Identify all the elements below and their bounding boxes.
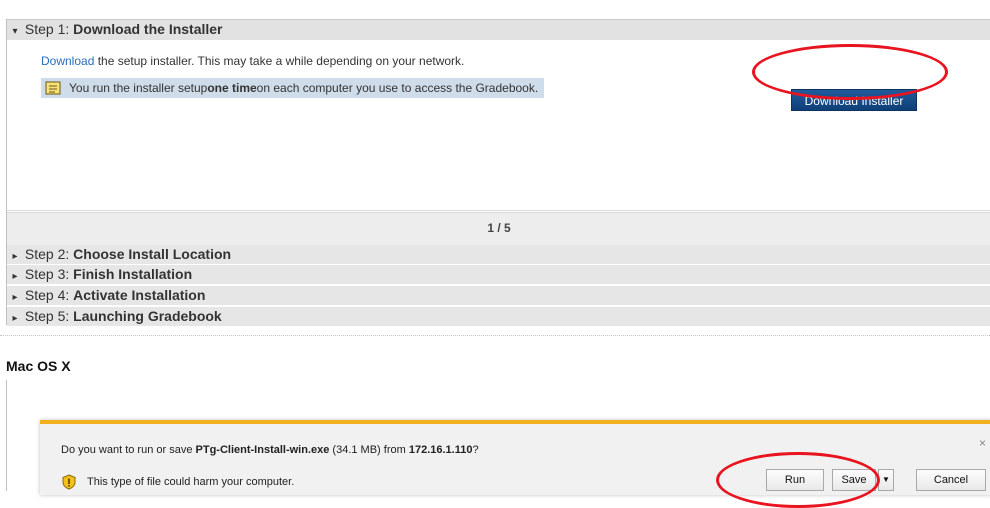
expanded-arrow-icon: ▾ (12, 26, 18, 37)
download-notification-bar: Do you want to run or save PTg-Client-In… (40, 420, 990, 495)
description-text: the setup installer. This may take a whi… (94, 54, 465, 68)
section-border (6, 380, 7, 491)
download-link[interactable]: Download (41, 54, 94, 68)
note-text-start: You run the installer setup (69, 81, 208, 95)
warning-text: This type of file could harm your comput… (87, 476, 295, 488)
download-installer-button[interactable]: Download Installer (791, 89, 917, 111)
close-icon[interactable]: × (979, 436, 986, 450)
step-pager: 1 / 5 (7, 212, 990, 245)
step-3-title: Finish Installation (73, 266, 193, 282)
step-4-prefix: Step 4: (24, 287, 74, 303)
step-5-prefix: Step 5: (24, 308, 74, 324)
chevron-down-icon: ▼ (882, 475, 890, 484)
step-1-header[interactable]: ▾ Step 1: Download the Installer (7, 19, 990, 41)
collapsed-arrow-icon: ▸ (12, 292, 18, 303)
question-end: ? (472, 444, 479, 456)
download-host: 172.16.1.110 (408, 444, 473, 456)
download-question: Do you want to run or save PTg-Client-In… (61, 444, 479, 456)
cancel-button[interactable]: Cancel (916, 469, 986, 491)
section-divider (0, 335, 990, 336)
mac-os-x-heading: Mac OS X (6, 358, 71, 374)
collapsed-arrow-icon: ▸ (12, 313, 18, 324)
step-2-title: Choose Install Location (73, 246, 232, 262)
step-1-title: Download the Installer (73, 21, 223, 37)
save-button[interactable]: Save (832, 469, 876, 491)
step-5-header[interactable]: ▸ Step 5: Launching Gradebook (7, 307, 990, 327)
save-options-dropdown[interactable]: ▼ (878, 469, 894, 491)
step-1-prefix: Step 1: (24, 21, 74, 37)
step-4-title: Activate Installation (73, 287, 206, 303)
collapsed-arrow-icon: ▸ (12, 271, 18, 282)
step-4-header[interactable]: ▸ Step 4: Activate Installation (7, 286, 990, 306)
step-5-title: Launching Gradebook (73, 308, 222, 324)
step-1-content: Download the setup installer. This may t… (7, 40, 990, 211)
step-3-header[interactable]: ▸ Step 3: Finish Installation (7, 265, 990, 285)
note-icon (45, 81, 61, 95)
step-2-header[interactable]: ▸ Step 2: Choose Install Location (7, 245, 990, 265)
info-note: You run the installer setup one time on … (41, 78, 545, 98)
question-start: Do you want to run or save (61, 444, 196, 456)
step-3-prefix: Step 3: (24, 266, 74, 282)
security-warning: This type of file could harm your comput… (61, 474, 294, 490)
note-text-end: on each computer you use to access the G… (256, 81, 539, 95)
note-text-emphasis: one time (207, 81, 257, 95)
collapsed-arrow-icon: ▸ (12, 251, 18, 262)
warning-shield-icon (62, 474, 76, 490)
step-1-description: Download the setup installer. This may t… (41, 54, 464, 68)
installer-steps-panel: ▾ Step 1: Download the Installer Downloa… (6, 19, 990, 327)
download-filename: PTg-Client-Install-win.exe (195, 444, 330, 456)
run-button[interactable]: Run (766, 469, 824, 491)
download-size: (34.1 MB) from (329, 444, 409, 456)
step-2-prefix: Step 2: (24, 246, 74, 262)
